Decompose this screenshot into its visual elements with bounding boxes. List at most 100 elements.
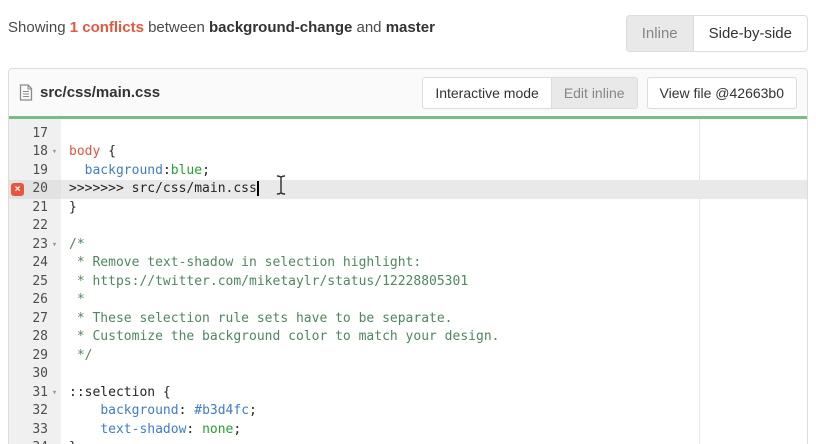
- gutter-cell: 32: [9, 402, 61, 421]
- view-file-button[interactable]: View file @42663b0: [647, 77, 797, 109]
- code-line[interactable]: 28 * Customize the background color to m…: [9, 328, 807, 347]
- side-by-side-view-button[interactable]: Side-by-side: [693, 15, 808, 52]
- code-line[interactable]: 22: [9, 217, 807, 236]
- code-editor[interactable]: 161718▾body {19 background:blue;×20>>>>>…: [9, 119, 807, 444]
- code-line-content[interactable]: * Remove text-shadow in selection highli…: [61, 254, 807, 273]
- line-number: 18: [26, 143, 48, 162]
- conflicts-summary-bar: Showing 1 conflicts between background-c…: [0, 0, 816, 68]
- code-token: /*: [69, 237, 85, 252]
- code-line[interactable]: 18▾body {: [9, 143, 807, 162]
- gutter-cell: 28: [9, 328, 61, 347]
- code-line[interactable]: 23▾ /*: [9, 236, 807, 255]
- line-number: 17: [26, 125, 48, 144]
- code-token: * Remove text-shadow in selection highli…: [69, 255, 421, 270]
- code-line-content[interactable]: [61, 365, 807, 384]
- fold-arrow-icon[interactable]: ▾: [48, 236, 61, 255]
- line-number: 23: [26, 236, 48, 255]
- line-number: 30: [26, 365, 48, 384]
- gutter-cell: 31▾: [9, 384, 61, 403]
- code-line-content[interactable]: /*: [61, 236, 807, 255]
- line-number: 27: [26, 310, 48, 329]
- code-token: * https://twitter.com/miketaylr/status/1…: [69, 274, 468, 289]
- code-line[interactable]: 26 *: [9, 291, 807, 310]
- file-header: src/css/main.css Interactive mode Edit i…: [9, 69, 807, 116]
- code-line[interactable]: 30: [9, 365, 807, 384]
- code-line[interactable]: 31▾::selection {: [9, 384, 807, 403]
- code-line[interactable]: 21}: [9, 199, 807, 218]
- gutter-cell: 19: [9, 162, 61, 181]
- mouse-ibeam-cursor: [275, 174, 287, 196]
- gutter-cell: 22: [9, 217, 61, 236]
- gutter-cell: 30: [9, 365, 61, 384]
- code-line-content[interactable]: *: [61, 291, 807, 310]
- gutter-cell: 33: [9, 421, 61, 440]
- code-token: :: [186, 422, 202, 437]
- gutter-cell: 23▾: [9, 236, 61, 255]
- code-token: * Customize the background color to matc…: [69, 329, 499, 344]
- code-token: background: [100, 403, 178, 418]
- code-line-content[interactable]: text-shadow: none;: [61, 421, 807, 440]
- code-token: background: [85, 163, 163, 178]
- code-token: blue: [171, 163, 202, 178]
- code-token: #b3d4fc: [194, 403, 249, 418]
- code-line[interactable]: 29 */: [9, 347, 807, 366]
- line-number: 29: [26, 347, 48, 366]
- code-line-content[interactable]: background: #b3d4fc;: [61, 402, 807, 421]
- code-token: [69, 403, 100, 418]
- code-line-content[interactable]: ::selection {: [61, 384, 807, 403]
- line-number: 26: [26, 291, 48, 310]
- conflict-error-icon[interactable]: ×: [11, 183, 24, 196]
- code-line[interactable]: 25 * https://twitter.com/miketaylr/statu…: [9, 273, 807, 292]
- code-line[interactable]: 32 background: #b3d4fc;: [9, 402, 807, 421]
- code-line-content[interactable]: background:blue;: [61, 162, 807, 181]
- marker-slot: ×: [9, 183, 26, 196]
- code-token: [69, 163, 85, 178]
- code-line-content[interactable]: * https://twitter.com/miketaylr/status/1…: [61, 273, 807, 292]
- line-number: 20: [26, 180, 48, 199]
- code-line[interactable]: 19 background:blue;: [9, 162, 807, 181]
- code-line-content[interactable]: [61, 217, 807, 236]
- document-icon: [19, 84, 33, 101]
- line-number: 22: [26, 217, 48, 236]
- inline-view-button[interactable]: Inline: [626, 15, 694, 52]
- code-line-content[interactable]: * Customize the background color to matc…: [61, 328, 807, 347]
- code-line[interactable]: 33 text-shadow: none;: [9, 421, 807, 440]
- code-token: :: [179, 403, 195, 418]
- summary-between: between: [148, 19, 205, 36]
- gutter-cell: 18▾: [9, 143, 61, 162]
- interactive-mode-button[interactable]: Interactive mode: [422, 77, 552, 109]
- code-token: ;: [202, 163, 210, 178]
- edit-inline-button[interactable]: Edit inline: [551, 77, 638, 109]
- conflicts-summary-text: Showing 1 conflicts between background-c…: [8, 19, 435, 36]
- line-number: 21: [26, 199, 48, 218]
- code-token: >>>>>>> src/css/main.css: [69, 181, 257, 196]
- line-number: 33: [26, 421, 48, 440]
- fold-arrow-icon[interactable]: ▾: [48, 143, 61, 162]
- code-line[interactable]: 24 * Remove text-shadow in selection hig…: [9, 254, 807, 273]
- line-number: 28: [26, 328, 48, 347]
- code-line-content[interactable]: }: [61, 199, 807, 218]
- code-line-content[interactable]: */: [61, 347, 807, 366]
- code-line-content[interactable]: }: [61, 439, 807, 444]
- gutter-cell: 26: [9, 291, 61, 310]
- code-token: */: [69, 348, 92, 363]
- code-line[interactable]: 27 * These selection rule sets have to b…: [9, 310, 807, 329]
- code-line-content[interactable]: * These selection rule sets have to be s…: [61, 310, 807, 329]
- gutter-cell: 17: [9, 125, 61, 144]
- source-branch: background-change: [209, 19, 352, 36]
- gutter-cell: 27: [9, 310, 61, 329]
- code-line[interactable]: 34}: [9, 439, 807, 444]
- fold-arrow-icon[interactable]: ▾: [48, 384, 61, 403]
- line-number: 32: [26, 402, 48, 421]
- code-line-content[interactable]: body {: [61, 143, 807, 162]
- code-token: ;: [249, 403, 257, 418]
- code-token: text-shadow: [100, 422, 186, 437]
- code-token: body: [69, 144, 100, 159]
- code-line[interactable]: ×20 >>>>>>> src/css/main.css: [9, 180, 807, 199]
- line-number: 34: [26, 439, 48, 444]
- code-line-content[interactable]: >>>>>>> src/css/main.css: [61, 180, 807, 199]
- code-line[interactable]: 17: [9, 125, 807, 144]
- code-token: ::selection {: [69, 385, 171, 400]
- code-line-content[interactable]: [61, 125, 807, 144]
- code-lines: 161718▾body {19 background:blue;×20>>>>>…: [9, 119, 807, 444]
